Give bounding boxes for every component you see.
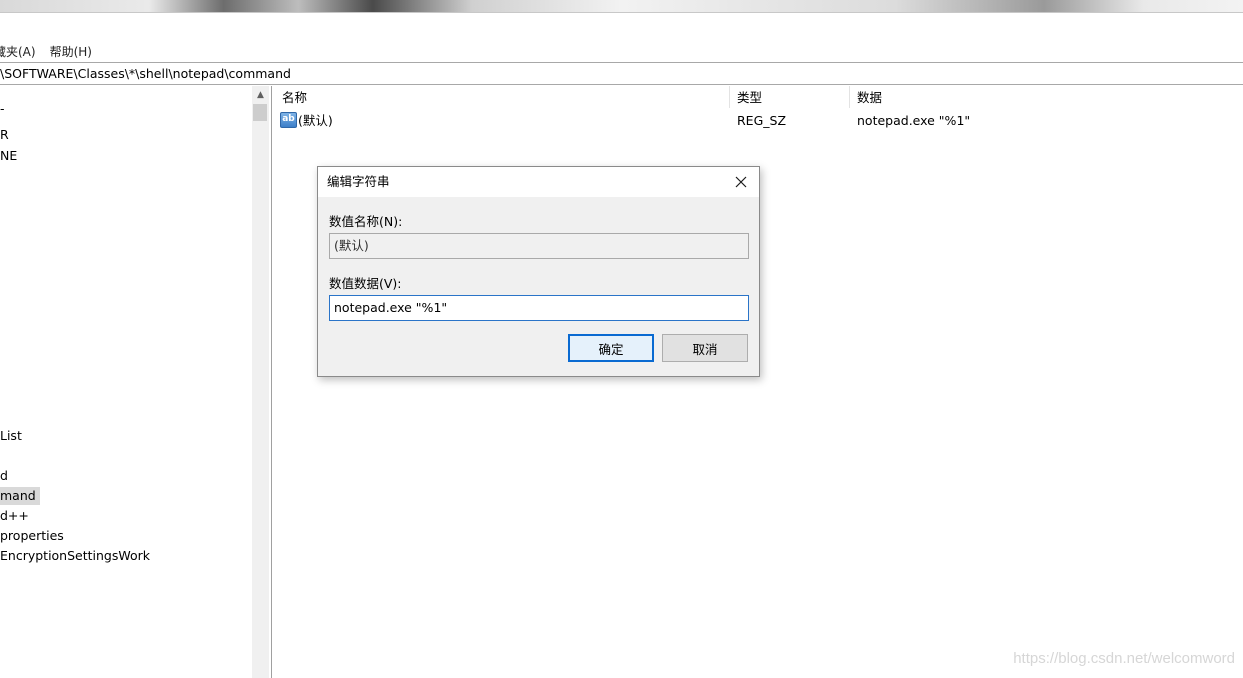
address-bar[interactable]: \SOFTWARE\Classes\*\shell\notepad\comman… bbox=[0, 62, 1243, 85]
tree-item[interactable]: R bbox=[0, 126, 13, 144]
edit-string-dialog: 编辑字符串 数值名称(N): (默认) 数值数据(V): notepad.exe… bbox=[317, 166, 760, 377]
column-header-name[interactable]: 名称 bbox=[275, 86, 730, 108]
dialog-titlebar[interactable]: 编辑字符串 bbox=[318, 167, 759, 197]
value-type: REG_SZ bbox=[737, 113, 787, 128]
tree-item[interactable]: - bbox=[0, 100, 9, 118]
value-name-label: 数值名称(N): bbox=[329, 214, 403, 229]
close-icon[interactable] bbox=[731, 172, 751, 192]
tree-item[interactable]: properties bbox=[0, 527, 68, 545]
value-data: notepad.exe "%1" bbox=[857, 113, 971, 128]
tree-item[interactable]: NE bbox=[0, 147, 21, 165]
list-item[interactable]: ab (默认) REG_SZ notepad.exe "%1" bbox=[275, 111, 1243, 131]
menu-favorites[interactable]: 藏夹(A) bbox=[0, 43, 36, 60]
menu-help[interactable]: 帮助(H) bbox=[50, 43, 92, 60]
list-header: 名称 类型 数据 bbox=[275, 86, 1243, 108]
address-path[interactable]: \SOFTWARE\Classes\*\shell\notepad\comman… bbox=[0, 66, 291, 81]
menu-bar: 藏夹(A) 帮助(H) bbox=[0, 42, 106, 60]
watermark: https://blog.csdn.net/welcomword bbox=[1013, 650, 1235, 667]
dialog-title: 编辑字符串 bbox=[327, 174, 390, 189]
value-name-field: (默认) bbox=[329, 233, 749, 259]
tree-item-selected[interactable]: mand bbox=[0, 487, 40, 505]
value-data-input[interactable]: notepad.exe "%1" bbox=[329, 295, 749, 321]
pane-splitter[interactable] bbox=[271, 86, 274, 678]
desktop-wallpaper bbox=[0, 0, 1243, 12]
registry-tree: - R NE List d mand d++ properties Encryp… bbox=[0, 86, 252, 678]
column-header-data[interactable]: 数据 bbox=[850, 86, 1243, 108]
cancel-button[interactable]: 取消 bbox=[662, 334, 748, 362]
value-data-label: 数值数据(V): bbox=[329, 276, 402, 291]
tree-item[interactable]: d bbox=[0, 467, 12, 485]
ok-button[interactable]: 确定 bbox=[568, 334, 654, 362]
tree-scrollbar[interactable]: ▲ bbox=[252, 86, 269, 678]
scroll-up-arrow-icon[interactable]: ▲ bbox=[252, 88, 269, 102]
string-value-icon: ab bbox=[280, 112, 297, 128]
window-top-edge bbox=[0, 12, 1243, 13]
tree-item[interactable]: List bbox=[0, 427, 26, 445]
value-name: (默认) bbox=[298, 113, 333, 128]
tree-item[interactable]: EncryptionSettingsWork bbox=[0, 547, 154, 565]
column-header-type[interactable]: 类型 bbox=[730, 86, 850, 108]
tree-item[interactable]: d++ bbox=[0, 507, 33, 525]
scroll-thumb[interactable] bbox=[253, 104, 267, 121]
